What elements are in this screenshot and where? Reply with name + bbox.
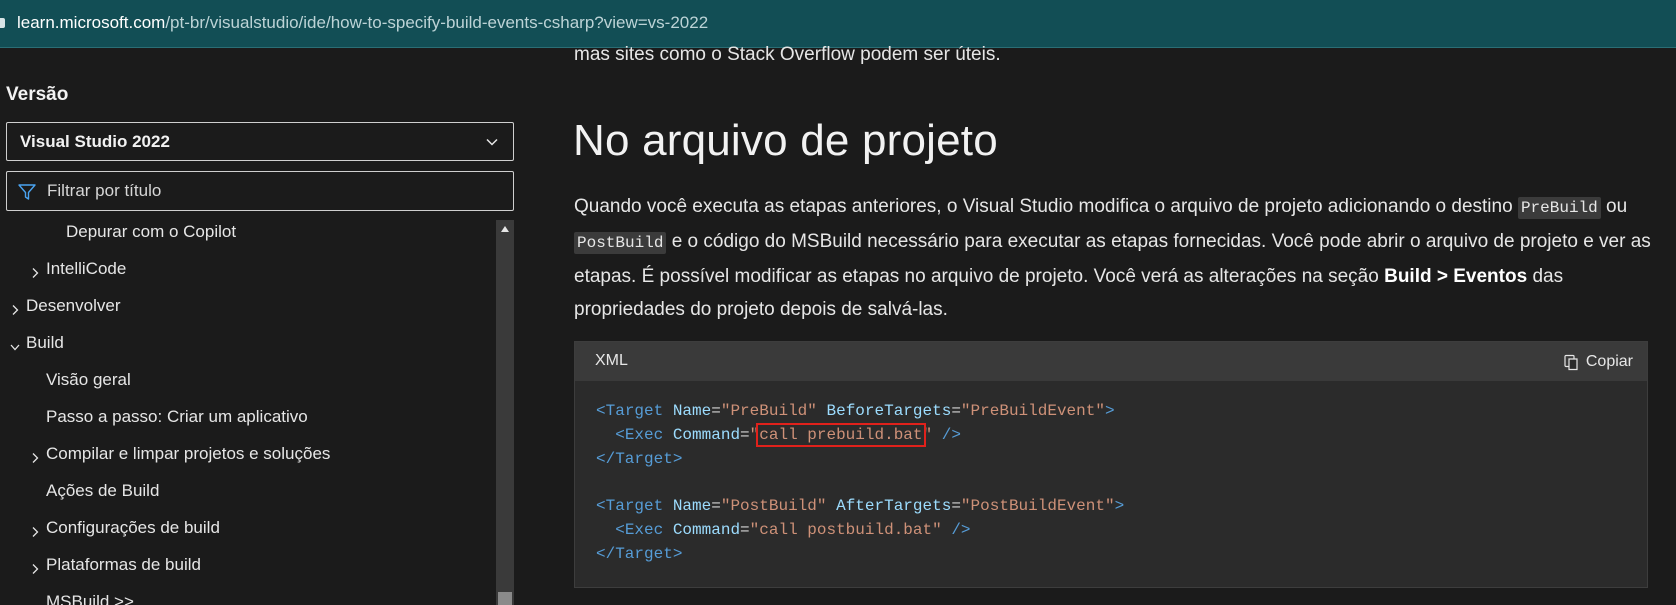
code-block-header: XML Copiar	[575, 342, 1647, 381]
toc-item-compilar-limpar[interactable]: Compilar e limpar projetos e soluções	[0, 440, 496, 477]
toc-item-build[interactable]: Build	[0, 329, 496, 366]
toc-item-desenvolver[interactable]: Desenvolver	[0, 292, 496, 329]
chevron-right-icon	[32, 453, 39, 463]
toc-item-depurar-copilot[interactable]: Depurar com o Copilot	[0, 218, 496, 255]
xml-tag: Target	[605, 402, 664, 420]
xml-value: PreBuildEvent	[970, 402, 1096, 420]
xml-tag: Target	[615, 449, 673, 468]
xml-value: PostBuildEvent	[970, 497, 1105, 516]
table-of-contents: Depurar com o Copilot IntelliCode Desenv…	[0, 218, 496, 605]
xml-value: PostBuild	[730, 497, 817, 516]
toc-item-acoes-de-build[interactable]: Ações de Build	[0, 477, 496, 514]
section-heading: No arquivo de projeto	[573, 116, 998, 165]
copy-icon	[1564, 354, 1578, 370]
copy-label: Copiar	[1585, 353, 1633, 370]
toc-item-label: IntelliCode	[46, 259, 127, 278]
xml-tag: Exec	[624, 425, 664, 444]
toc-item-label: Visão geral	[46, 370, 131, 389]
filter-icon	[18, 184, 36, 200]
toc-item-msbuild[interactable]: MSBuild >>	[0, 588, 496, 605]
toc-item-intellicode[interactable]: IntelliCode	[0, 255, 496, 292]
url-host: learn.microsoft.com	[17, 13, 166, 32]
chevron-right-icon	[32, 527, 39, 537]
url-text[interactable]: learn.microsoft.com/pt-br/visualstudio/i…	[17, 13, 708, 33]
version-dropdown[interactable]: Visual Studio 2022	[6, 122, 514, 161]
toc-item-label: Compilar e limpar projetos e soluções	[46, 444, 331, 463]
site-info-icon[interactable]	[0, 18, 5, 28]
xml-attr: Command	[672, 520, 741, 539]
xml-tag: Target	[605, 497, 664, 516]
highlighted-command-value: call prebuild.bat	[756, 422, 926, 447]
toc-item-label: Ações de Build	[46, 481, 160, 500]
code-block: XML Copiar <Target Name="PreBuild" Befor…	[574, 341, 1648, 588]
url-path: /pt-br/visualstudio/ide/how-to-specify-b…	[165, 13, 709, 32]
xml-attr: AfterTargets	[836, 497, 952, 516]
toc-item-passo-a-passo[interactable]: Passo a passo: Criar um aplicativo	[0, 403, 496, 440]
toc-item-label: MSBuild >>	[46, 592, 134, 605]
xml-attr: Name	[672, 402, 712, 420]
chevron-down-icon	[10, 344, 20, 351]
xml-value: call postbuild.bat	[759, 520, 933, 539]
chevron-down-icon	[486, 138, 498, 146]
filter-by-title-field[interactable]	[6, 171, 514, 211]
xml-value: PreBuild	[730, 402, 808, 420]
copy-button[interactable]: Copiar	[1563, 350, 1633, 374]
code-content: <Target Name="PreBuild" BeforeTargets="P…	[596, 402, 1125, 563]
xml-attr: Name	[672, 497, 712, 516]
toc-item-label: Desenvolver	[26, 296, 121, 315]
address-bar[interactable]: learn.microsoft.com/pt-br/visualstudio/i…	[0, 0, 1676, 48]
chevron-right-icon	[12, 305, 19, 315]
text-span: ou	[1606, 196, 1628, 217]
chevron-right-icon	[32, 564, 39, 574]
toc-item-plataformas-de-build[interactable]: Plataformas de build	[0, 551, 496, 588]
article-paragraph: Quando você executa as etapas anteriores…	[574, 190, 1654, 326]
toc-scrollbar[interactable]	[496, 220, 514, 605]
version-label: Versão	[6, 84, 69, 105]
toc-item-label: Build	[26, 333, 64, 352]
xml-tag: Exec	[624, 520, 664, 539]
paragraph-fragment: mas sites como o Stack Overflow podem se…	[574, 44, 1001, 65]
version-selected-value: Visual Studio 2022	[20, 132, 170, 151]
chevron-right-icon	[32, 268, 39, 278]
toc-item-label: Configurações de build	[46, 518, 220, 537]
toc-item-configuracoes-de-build[interactable]: Configurações de build	[0, 514, 496, 551]
xml-attr: Command	[672, 425, 741, 444]
xml-attr: BeforeTargets	[826, 402, 952, 420]
filter-input[interactable]	[47, 178, 497, 204]
scroll-up-arrow-icon[interactable]	[501, 226, 509, 232]
text-span: Quando você executa as etapas anteriores…	[574, 196, 1513, 217]
toc-item-label: Passo a passo: Criar um aplicativo	[46, 407, 308, 426]
inline-code: PreBuild	[1517, 197, 1601, 219]
toc-item-visao-geral[interactable]: Visão geral	[0, 366, 496, 403]
code-language-label: XML	[595, 352, 628, 369]
xml-tag: Target	[615, 544, 673, 563]
bold-text: Build > Eventos	[1384, 266, 1528, 287]
toc-item-label: Plataformas de build	[46, 555, 201, 574]
inline-code: PostBuild	[574, 232, 667, 254]
scrollbar-thumb[interactable]	[498, 592, 512, 605]
toc-item-label: Depurar com o Copilot	[66, 222, 237, 241]
